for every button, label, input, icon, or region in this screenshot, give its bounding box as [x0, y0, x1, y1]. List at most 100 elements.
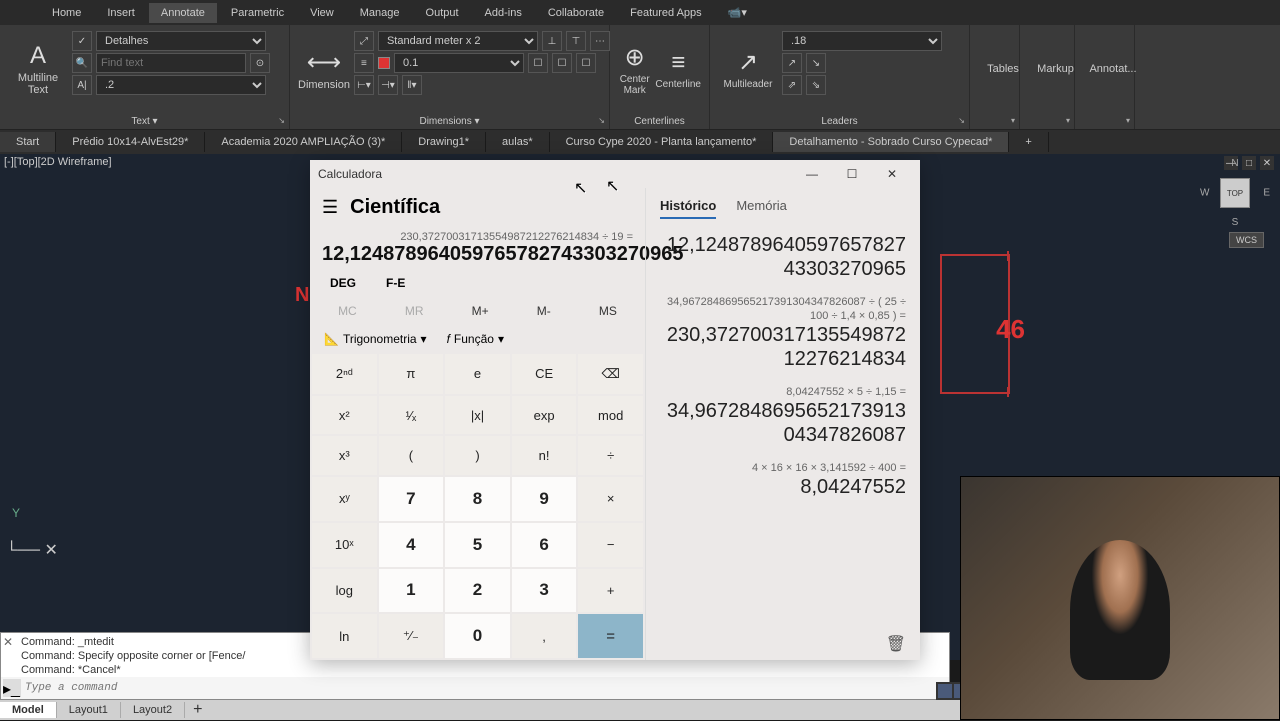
- calc-ms-button[interactable]: MS: [591, 300, 625, 322]
- calc-btn-sqr[interactable]: x²: [312, 396, 377, 435]
- calc-btn-backspace[interactable]: ⌫: [578, 354, 643, 394]
- calc-btn-log[interactable]: log: [312, 569, 377, 613]
- calc-btn-fact[interactable]: n!: [512, 436, 577, 475]
- calc-btn-1[interactable]: 1: [379, 569, 444, 613]
- calc-btn-recip[interactable]: ¹⁄ₓ: [379, 396, 444, 435]
- multileader-button[interactable]: ↗Multileader: [718, 29, 778, 109]
- tab-parametric[interactable]: Parametric: [219, 3, 296, 23]
- annotat-button[interactable]: Annotat...: [1083, 29, 1143, 109]
- calc-btn-add[interactable]: +: [578, 569, 643, 613]
- calc-btn-exp[interactable]: exp: [512, 396, 577, 435]
- tab-annotate[interactable]: Annotate: [149, 3, 217, 23]
- calc-btn-rparen[interactable]: ): [445, 436, 510, 475]
- text-height-select[interactable]: .2: [96, 75, 266, 95]
- dim-d2[interactable]: ⊣▾: [378, 75, 398, 95]
- command-input[interactable]: [25, 682, 947, 694]
- calc-btn-pi[interactable]: π: [379, 354, 444, 394]
- leaders-group-expand[interactable]: ↘: [958, 116, 965, 125]
- viewport-label[interactable]: [-][Top][2D Wireframe]: [4, 156, 112, 168]
- doc-tab-start[interactable]: Start: [0, 132, 56, 152]
- abc-icon[interactable]: ✓: [72, 31, 92, 51]
- calc-btn-0[interactable]: 0: [445, 614, 510, 658]
- height-icon[interactable]: A|: [72, 75, 92, 95]
- dim-style-select[interactable]: Standard meter x 2: [378, 31, 538, 51]
- calc-btn-ln[interactable]: ln: [312, 614, 377, 658]
- tab-home[interactable]: Home: [40, 3, 93, 23]
- calc-btn-cube[interactable]: x³: [312, 436, 377, 475]
- dimension-button[interactable]: ⟷ Dimension: [298, 29, 350, 109]
- leader-style-select[interactable]: .18: [782, 31, 942, 51]
- dim-c1[interactable]: ☐: [528, 53, 548, 73]
- l2[interactable]: ↘: [806, 53, 826, 73]
- calc-btn-mod[interactable]: mod: [578, 396, 643, 435]
- history-item[interactable]: 34,967284869565217391304347826087 ÷ ( 25…: [660, 295, 906, 371]
- calculator-titlebar[interactable]: Calculadora — ☐ ✕: [310, 160, 920, 188]
- dim-d3[interactable]: ‖▾: [402, 75, 422, 95]
- calc-menu-icon[interactable]: ☰: [322, 197, 338, 218]
- dim-b1[interactable]: ⊥: [542, 31, 562, 51]
- doc-tab-5[interactable]: Curso Cype 2020 - Planta lançamento*: [550, 132, 774, 152]
- dim-c3[interactable]: ☐: [576, 53, 596, 73]
- text-group-expand[interactable]: ↘: [278, 116, 285, 125]
- calc-btn-decimal[interactable]: ,: [512, 614, 577, 658]
- cmd-close-icon[interactable]: ✕: [3, 635, 13, 649]
- calc-btn-9[interactable]: 9: [512, 477, 577, 521]
- tab-collaborate[interactable]: Collaborate: [536, 3, 616, 23]
- dim-layer-select[interactable]: 0.1: [394, 53, 524, 73]
- calc-tab-memory[interactable]: Memória: [736, 198, 787, 219]
- l1[interactable]: ↗: [782, 53, 802, 73]
- tab-output[interactable]: Output: [414, 3, 471, 23]
- calc-fe-button[interactable]: F-E: [386, 276, 405, 290]
- dim-c2[interactable]: ☐: [552, 53, 572, 73]
- viewcube[interactable]: N S W E TOP: [1200, 158, 1270, 228]
- calc-btn-equals[interactable]: =: [578, 614, 643, 658]
- history-item[interactable]: 8,04247552 × 5 ÷ 1,15 = 34,9672848695652…: [660, 385, 906, 447]
- dim-b2[interactable]: ⊤: [566, 31, 586, 51]
- calc-btn-6[interactable]: 6: [512, 523, 577, 567]
- history-clear-icon[interactable]: 🗑: [646, 628, 920, 660]
- tab-insert[interactable]: Insert: [95, 3, 147, 23]
- dim-b3[interactable]: ⋯: [590, 31, 610, 51]
- calc-btn-sub[interactable]: −: [578, 523, 643, 567]
- tab-view[interactable]: View: [298, 3, 346, 23]
- viewcube-w[interactable]: W: [1200, 188, 1209, 199]
- calc-btn-pow[interactable]: xʸ: [312, 477, 377, 521]
- viewcube-e[interactable]: E: [1263, 188, 1270, 199]
- history-item[interactable]: 4 × 16 × 16 × 3,141592 ÷ 400 = 8,0424755…: [660, 461, 906, 499]
- calc-deg-button[interactable]: DEG: [330, 276, 356, 290]
- doc-tab-4[interactable]: aulas*: [486, 132, 550, 152]
- calc-btn-mul[interactable]: ×: [578, 477, 643, 521]
- calc-btn-2nd[interactable]: 2ⁿᵈ: [312, 354, 377, 394]
- layout-tab-2[interactable]: Layout2: [121, 702, 185, 718]
- doc-tab-add[interactable]: +: [1009, 132, 1048, 152]
- multiline-text-button[interactable]: A Multiline Text: [8, 29, 68, 109]
- calc-tab-history[interactable]: Histórico: [660, 198, 716, 219]
- calc-mminus-button[interactable]: M-: [529, 300, 559, 322]
- viewcube-s[interactable]: S: [1232, 217, 1239, 228]
- calc-maximize-icon[interactable]: ☐: [832, 160, 872, 188]
- doc-tab-2[interactable]: Academia 2020 AMPLIAÇÃO (3)*: [205, 132, 402, 152]
- calc-btn-lparen[interactable]: (: [379, 436, 444, 475]
- calc-btn-ce[interactable]: CE: [512, 354, 577, 394]
- calc-btn-2[interactable]: 2: [445, 569, 510, 613]
- calc-btn-7[interactable]: 7: [379, 477, 444, 521]
- calc-btn-div[interactable]: ÷: [578, 436, 643, 475]
- tab-camera-icon[interactable]: 📹▾: [716, 2, 759, 23]
- calc-mc-button[interactable]: MC: [330, 300, 365, 322]
- calc-history-list[interactable]: 12,124878964059765782743303270965 34,967…: [646, 229, 920, 628]
- calc-minimize-icon[interactable]: —: [792, 160, 832, 188]
- calc-mplus-button[interactable]: M+: [464, 300, 497, 322]
- calc-trig-dropdown[interactable]: 📐 Trigonometria ▾: [324, 332, 427, 346]
- calc-btn-5[interactable]: 5: [445, 523, 510, 567]
- layout-tab-add[interactable]: +: [185, 699, 210, 721]
- doc-tab-1[interactable]: Prédio 10x14-AlvEst29*: [56, 132, 205, 152]
- history-item[interactable]: 12,124878964059765782743303270965: [660, 233, 906, 281]
- calc-mr-button[interactable]: MR: [397, 300, 432, 322]
- wcs-label[interactable]: WCS: [1229, 232, 1264, 248]
- tab-manage[interactable]: Manage: [348, 3, 412, 23]
- layer-icon[interactable]: ≡: [354, 53, 374, 73]
- calc-btn-10x[interactable]: 10ˣ: [312, 523, 377, 567]
- doc-tab-6[interactable]: Detalhamento - Sobrado Curso Cypecad*: [773, 132, 1009, 152]
- find-text-input[interactable]: [96, 53, 246, 73]
- l3[interactable]: ⇗: [782, 75, 802, 95]
